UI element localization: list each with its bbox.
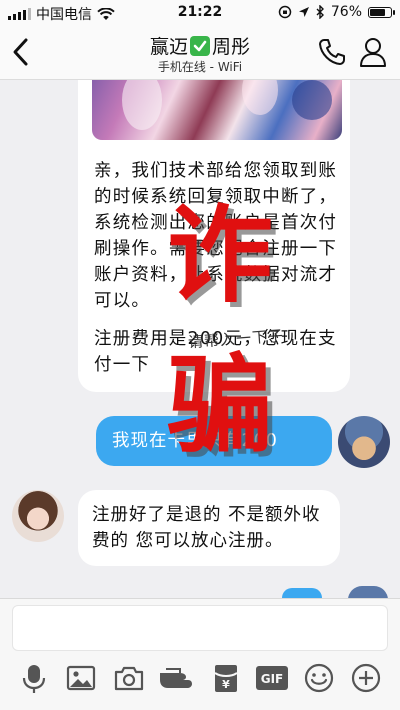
- scam-watermark-char-2: 骗: [167, 342, 273, 467]
- profile-icon[interactable]: [358, 36, 388, 68]
- location-icon: [298, 7, 309, 17]
- my-avatar[interactable]: [338, 416, 390, 468]
- partial-outgoing-bubble: [282, 588, 322, 598]
- contact-avatar[interactable]: [12, 490, 64, 542]
- input-panel: ¥ GIF: [0, 598, 400, 710]
- emoji-icon[interactable]: [302, 661, 336, 695]
- orientation-lock-icon: [278, 5, 292, 19]
- gif-label: GIF: [261, 672, 284, 686]
- status-right: 76%: [278, 4, 395, 20]
- chat-header: 赢迈 周彤 手机在线 - WiFi: [0, 26, 400, 80]
- yen-label: ¥: [222, 678, 230, 691]
- incoming-message-text-3: 注册好了是退的 不是额外收费的 您可以放心注册。: [92, 505, 321, 551]
- checkmark-icon: [190, 36, 210, 56]
- yen-transfer-icon[interactable]: ¥: [209, 661, 243, 695]
- red-packet-hand-icon[interactable]: [158, 661, 196, 695]
- contact-name-suffix: 周彤: [212, 36, 251, 58]
- image-figure-left: [122, 80, 162, 130]
- scam-watermark-char-1: 诈: [167, 192, 273, 317]
- input-toolbar: ¥ GIF: [0, 661, 400, 701]
- contact-name: 赢迈: [149, 36, 188, 58]
- image-figure-mid: [242, 80, 278, 115]
- phone-icon[interactable]: [316, 36, 348, 68]
- partial-my-avatar: [348, 586, 388, 598]
- message-list[interactable]: 亲，我们技术部给您领取到账的时候系统回复领取中断了，系统检测出您的账户是首次付刷…: [0, 80, 400, 598]
- anime-image-attachment[interactable]: [92, 80, 342, 140]
- gif-icon[interactable]: GIF: [254, 661, 290, 695]
- battery-percent: 76%: [330, 4, 362, 20]
- plus-icon[interactable]: [349, 661, 383, 695]
- image-icon[interactable]: [64, 661, 98, 695]
- bluetooth-icon: [316, 5, 324, 19]
- microphone-icon[interactable]: [17, 661, 51, 695]
- camera-icon[interactable]: [112, 661, 146, 695]
- image-figure-right: [292, 80, 332, 120]
- battery-icon: [368, 6, 395, 18]
- status-bar: 中国电信 21:22 76%: [0, 0, 400, 26]
- incoming-message-bubble-2[interactable]: 注册好了是退的 不是额外收费的 您可以放心注册。: [78, 490, 340, 566]
- message-input[interactable]: [12, 605, 388, 651]
